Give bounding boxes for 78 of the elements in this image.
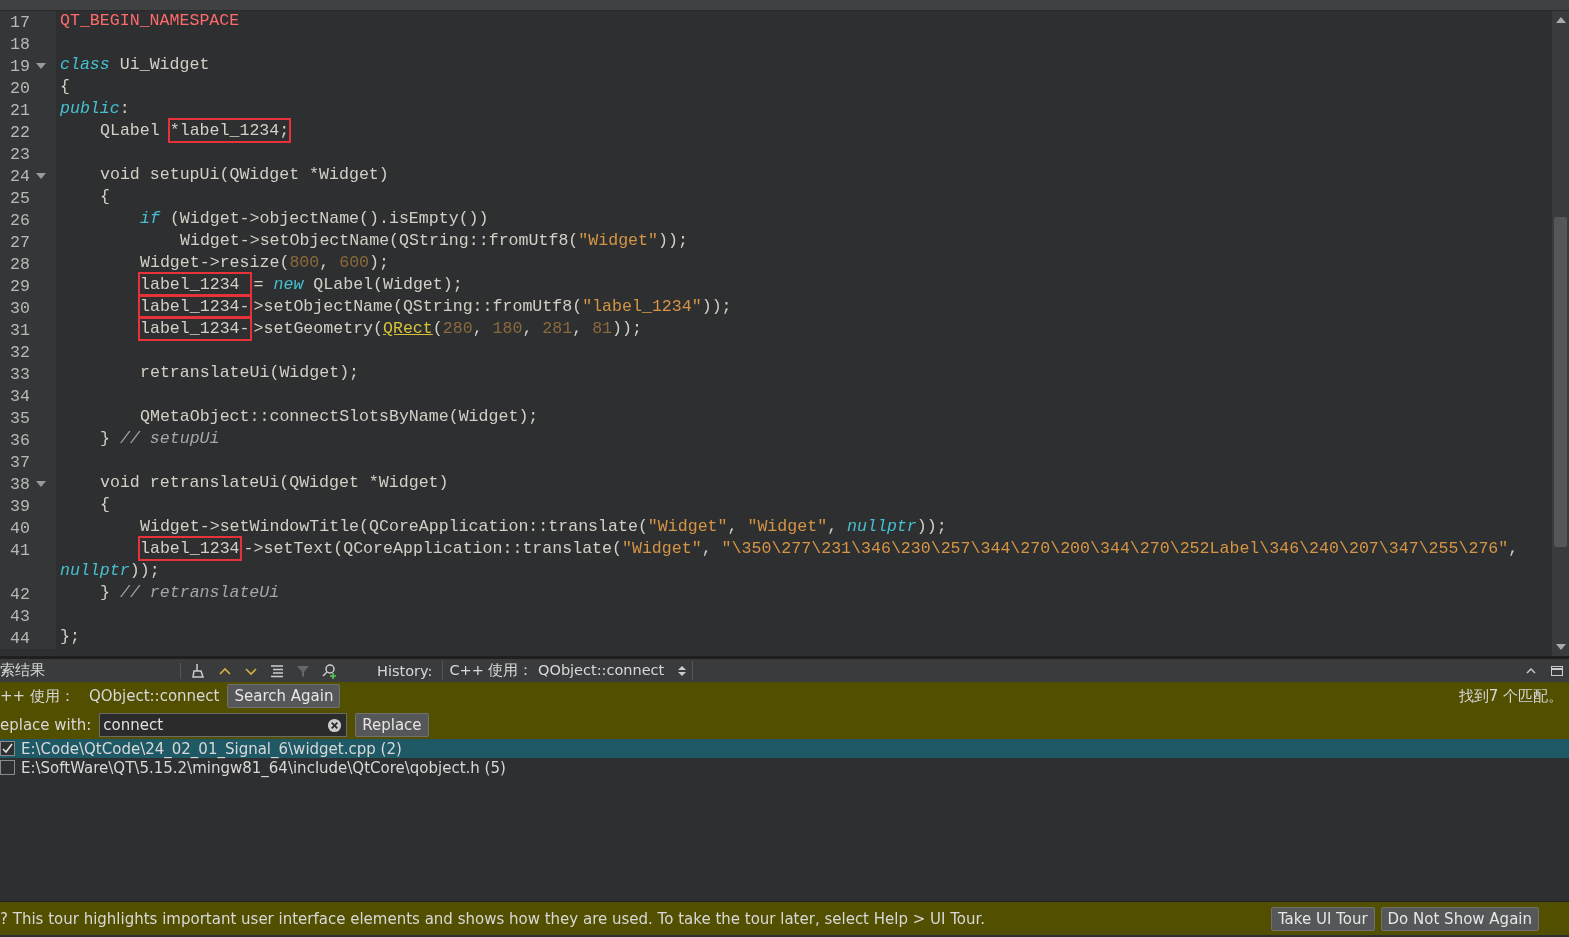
code-line: label_1234 = new QLabel(Widget); [136, 275, 463, 297]
line-number: 24 [9, 166, 31, 186]
line-number: 19 [9, 56, 31, 76]
line-number: 18 [9, 34, 31, 54]
updown-arrow-icon [678, 664, 687, 677]
code-line: label_1234- >setObjectName(QString::fromUtf8("label_1234")); [136, 297, 732, 319]
line-number: 25 [9, 188, 31, 208]
line-number: 22 [9, 122, 31, 142]
line-number: 40 [9, 518, 31, 538]
line-number: 36 [9, 430, 31, 450]
code-line: class Ui_Widget [59, 55, 210, 76]
line-number: 42 [9, 584, 31, 604]
replace-label: eplace with: [0, 716, 92, 734]
replace-button[interactable]: Replace [355, 713, 429, 737]
result-row[interactable]: E:\Code\QtCode\24_02_01_Signal_6\widget.cpp (2) [0, 739, 1569, 758]
list-icon[interactable] [269, 662, 285, 679]
code-line: retranslateUi(Widget); [139, 363, 360, 384]
code-line: label_1234 ->setText(QCoreApplication::translate("Widget", "\350\277\231\346\230\257\344\270\200\344\270\252Label\346\240\207\347\255\276", [136, 539, 1519, 561]
line-number: 30 [9, 298, 31, 318]
query-text: QObject::connect [88, 687, 220, 705]
result-row[interactable]: E:\SoftWare\QT\5.15.2\mingw81_64\include\QtCore\qobject.h (5) [0, 758, 1569, 777]
code-line: { [59, 77, 70, 98]
history-label: History: [377, 662, 433, 679]
code-line: { [99, 495, 110, 516]
fold-arrow-icon[interactable] [36, 172, 46, 180]
scroll-up-icon[interactable] [1554, 15, 1567, 25]
tour-button[interactable]: Do Not Show Again [1380, 906, 1539, 931]
fold-arrow-icon[interactable] [36, 480, 46, 488]
line-number: 26 [9, 210, 31, 230]
code-line: void setupUi(QWidget *Widget) [99, 165, 389, 186]
line-number: 33 [9, 364, 31, 384]
code-line: Widget->resize(800, 600); [139, 253, 389, 274]
line-number: 39 [9, 496, 31, 516]
line-number: 32 [9, 342, 31, 362]
code-line: public: [59, 99, 130, 120]
line-number: 38 [9, 474, 31, 494]
tour-button[interactable]: Take UI Tour [1270, 906, 1375, 931]
search-icon[interactable] [321, 662, 337, 679]
line-number: 17 [9, 12, 31, 32]
line-number: 37 [9, 452, 31, 472]
broom-icon[interactable] [191, 662, 207, 679]
panel-title: 索结果 [0, 661, 46, 680]
code-line: if (Widget->objectName().isEmpty()) [139, 209, 489, 230]
line-number: 43 [9, 606, 31, 626]
line-number: 21 [9, 100, 31, 120]
line-number: 34 [9, 386, 31, 406]
search-again-button[interactable]: Search Again [227, 684, 341, 708]
tour-message: ? This tour highlights important user interface elements and shows how they are used. To take the tour later, select Help > UI Tour. [0, 909, 987, 928]
code-line: Widget->setWindowTitle(QCoreApplication::translate("Widget", "Widget", nullptr)); [139, 517, 947, 538]
line-number: 44 [9, 628, 31, 648]
code-line: void retranslateUi(QWidget *Widget) [99, 473, 449, 494]
scroll-down-icon[interactable] [1554, 642, 1567, 652]
code-line: QT_BEGIN_NAMESPACE [59, 11, 240, 32]
fold-arrow-icon[interactable] [36, 62, 46, 70]
line-number: 29 [9, 276, 31, 296]
replace-field[interactable]: connect [99, 713, 348, 737]
history-dropdown[interactable]: C++ 使用： QObject::connect [442, 661, 694, 680]
code-line: Widget->setObjectName(QString::fromUtf8("Widget")); [179, 231, 688, 252]
line-number: 28 [9, 254, 31, 274]
line-number: 35 [9, 408, 31, 428]
code-line: { [99, 187, 110, 208]
code-line: nullptr)); [59, 561, 160, 582]
code-line: } // retranslateUi [99, 583, 280, 604]
checkbox[interactable] [0, 760, 15, 775]
code-line: } // setupUi [99, 429, 220, 450]
line-number: 31 [9, 320, 31, 340]
line-number: 23 [9, 144, 31, 164]
query-label: ++ 使用： [0, 686, 75, 706]
match-count: 找到7 个匹配。 [1458, 686, 1563, 706]
line-number: 41 [9, 540, 31, 560]
checkbox[interactable] [0, 741, 15, 756]
code-line: }; [59, 627, 80, 648]
line-number: 27 [9, 232, 31, 252]
code-line: label_1234- >setGeometry(QRect(280, 180, 281, 81)); [136, 319, 642, 341]
code-line: QMetaObject::connectSlotsByName(Widget); [139, 407, 539, 428]
clear-icon[interactable] [327, 718, 343, 733]
line-number: 20 [9, 78, 31, 98]
scrollbar[interactable] [1552, 11, 1569, 656]
